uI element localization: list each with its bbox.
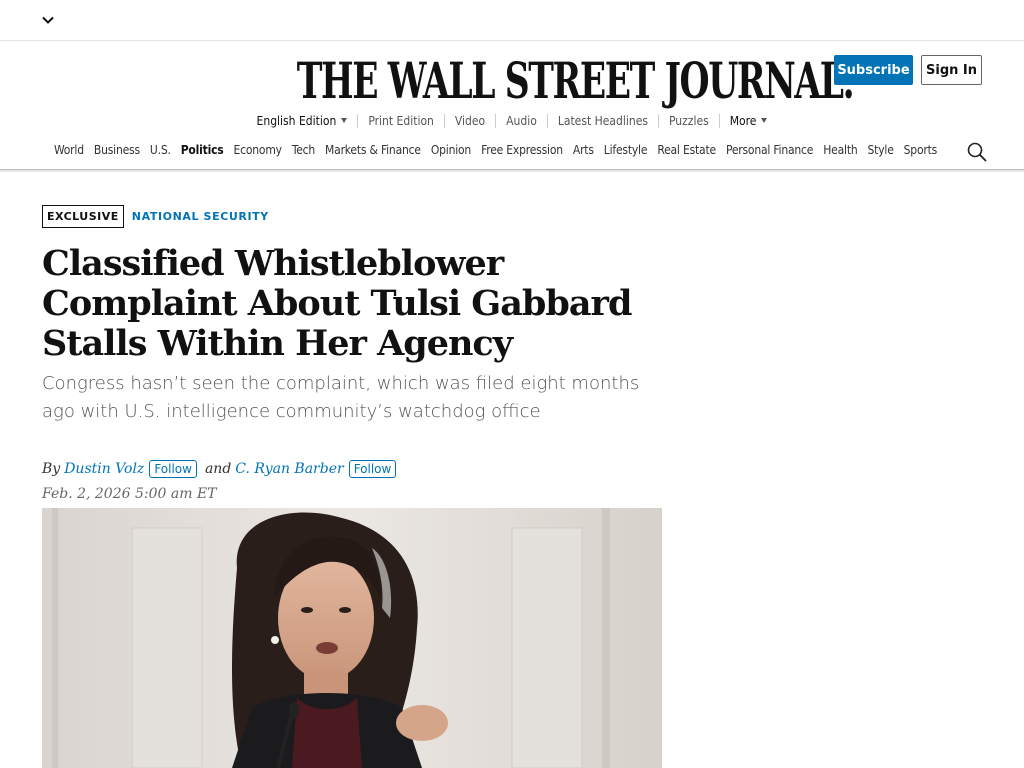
- section-link[interactable]: NATIONAL SECURITY: [132, 210, 269, 223]
- nav-markets-finance[interactable]: Markets & Finance: [325, 143, 421, 157]
- nav-health[interactable]: Health: [823, 143, 857, 157]
- masthead: THE WALL STREET JOURNAL. Subscribe Sign …: [0, 41, 1024, 171]
- top-utility-bar: [0, 0, 1024, 41]
- article-headline: Classified Whistleblower Complaint About…: [42, 243, 632, 364]
- nav-personal-finance[interactable]: Personal Finance: [726, 143, 814, 157]
- link-print-edition[interactable]: Print Edition: [357, 114, 444, 128]
- sign-in-button[interactable]: Sign In: [921, 55, 982, 85]
- author-link[interactable]: C. Ryan Barber: [235, 461, 343, 477]
- article-tags: EXCLUSIVE NATIONAL SECURITY: [42, 204, 662, 228]
- search-icon[interactable]: [966, 141, 988, 163]
- caret-down-icon: [761, 118, 768, 123]
- nav-real-estate[interactable]: Real Estate: [657, 143, 716, 157]
- nav-style[interactable]: Style: [868, 143, 894, 157]
- nav-tech[interactable]: Tech: [292, 143, 315, 157]
- author-link[interactable]: Dustin Volz: [64, 461, 144, 477]
- follow-button[interactable]: Follow: [348, 460, 397, 478]
- caret-down-icon: [341, 118, 348, 123]
- byline-and: and: [204, 461, 232, 477]
- nav-world[interactable]: World: [54, 143, 84, 157]
- nav-sports[interactable]: Sports: [904, 143, 938, 157]
- nav-us[interactable]: U.S.: [150, 143, 171, 157]
- link-audio[interactable]: Audio: [495, 114, 547, 128]
- nav-opinion[interactable]: Opinion: [431, 143, 471, 157]
- article-header: EXCLUSIVE NATIONAL SECURITY Classified W…: [42, 204, 662, 502]
- more-menu[interactable]: More: [718, 114, 778, 128]
- edition-selector[interactable]: English Edition: [247, 114, 358, 128]
- nav-free-expression[interactable]: Free Expression: [481, 143, 563, 157]
- subscribe-button[interactable]: Subscribe: [834, 55, 913, 85]
- nav-business[interactable]: Business: [94, 143, 140, 157]
- chevron-down-icon[interactable]: [40, 12, 56, 28]
- nav-lifestyle[interactable]: Lifestyle: [604, 143, 648, 157]
- follow-button[interactable]: Follow: [149, 460, 197, 478]
- photo-illustration: [42, 508, 662, 768]
- section-nav: World Business U.S. Politics Economy Tec…: [0, 139, 1024, 170]
- article-timestamp: Feb. 2, 2026 5:00 am ET: [42, 486, 217, 502]
- edition-links: English Edition Print Edition Video Audi…: [0, 111, 1024, 131]
- nav-arts[interactable]: Arts: [573, 143, 594, 157]
- lead-photo: [42, 508, 662, 768]
- nav-economy[interactable]: Economy: [234, 143, 283, 157]
- byline-prefix: By: [42, 461, 61, 477]
- section-list: World Business U.S. Politics Economy Tec…: [54, 143, 947, 157]
- byline: By Dustin Volz Follow and C. Ryan Barber…: [42, 460, 662, 478]
- wsj-logo[interactable]: THE WALL STREET JOURNAL.: [297, 53, 855, 109]
- link-puzzles[interactable]: Puzzles: [657, 114, 719, 128]
- article-dek: Congress hasn’t seen the complaint, whic…: [42, 373, 640, 422]
- exclusive-badge: EXCLUSIVE: [42, 204, 124, 228]
- nav-politics[interactable]: Politics: [181, 143, 224, 157]
- link-video[interactable]: Video: [443, 114, 495, 128]
- link-latest-headlines[interactable]: Latest Headlines: [546, 114, 658, 128]
